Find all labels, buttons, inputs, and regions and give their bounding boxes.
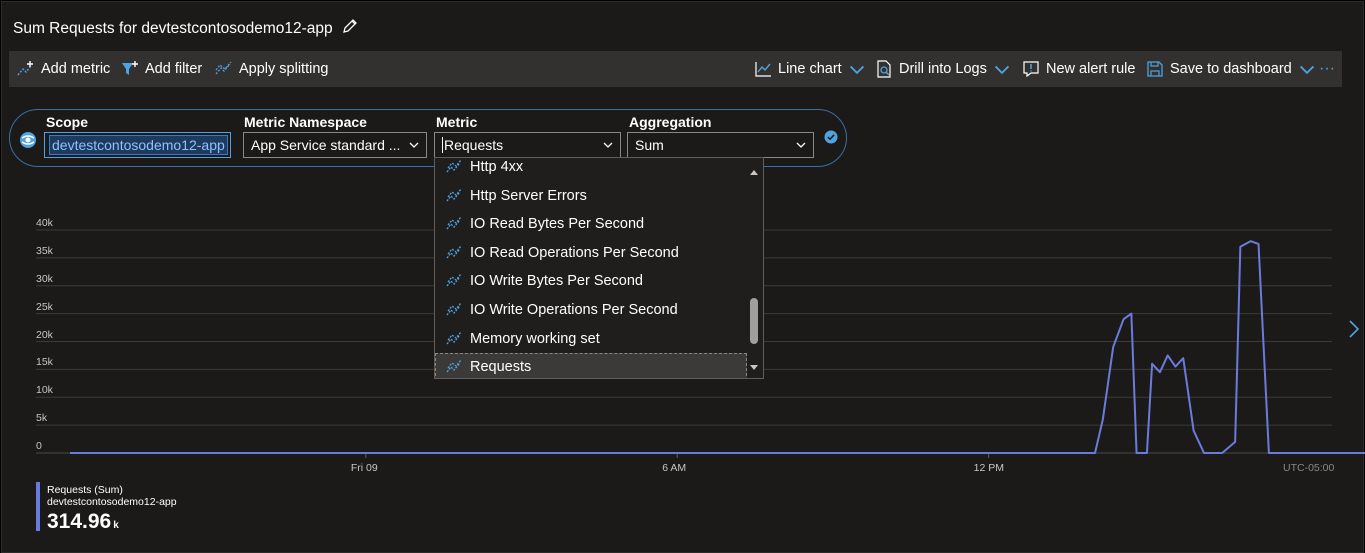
metric-icon	[446, 331, 462, 344]
scrollbar-thumb[interactable]	[750, 298, 758, 344]
y-tick-label: 30k	[36, 272, 53, 285]
y-tick-label: 25k	[36, 300, 53, 313]
scroll-up-icon[interactable]	[749, 168, 759, 176]
y-tick-label: 10k	[36, 384, 53, 397]
legend-total: 314.96 k	[47, 510, 119, 534]
chevron-right-icon[interactable]	[1348, 319, 1360, 344]
scroll-down-icon[interactable]	[749, 364, 759, 372]
metric-icon	[446, 302, 462, 316]
timezone-label: UTC-05:00	[1283, 462, 1335, 474]
y-tick-label: 40k	[36, 217, 53, 229]
metric-option[interactable]: Requests	[435, 353, 747, 378]
metric-dropdown-list: Http 4xx Http Server Errors IO Read Bytes …	[434, 157, 764, 379]
y-tick-label: 35k	[36, 244, 53, 257]
metric-option[interactable]: IO Read Operations Per Second	[435, 239, 747, 267]
metric-option-label: Requests	[470, 359, 532, 376]
x-tick-label: Fri 09	[350, 462, 378, 474]
metric-icon	[446, 216, 462, 230]
legend-series-name: Requests (Sum)	[47, 484, 123, 496]
metric-icon	[446, 188, 462, 201]
x-tick-label: 12 PM	[973, 462, 1004, 474]
metric-option-label: IO Read Bytes Per Second	[470, 216, 645, 233]
metric-option-label: IO Read Operations Per Second	[470, 244, 679, 261]
metric-option[interactable]: IO Read Bytes Per Second	[435, 210, 747, 238]
y-tick-label: 0	[36, 440, 42, 452]
metric-option-label: IO Write Operations Per Second	[470, 302, 678, 318]
legend-resource: devtestcontosodemo12-app	[47, 496, 177, 508]
legend-total-value: 314.96	[47, 510, 112, 533]
y-tick-label: 20k	[36, 328, 53, 341]
legend-color-bar	[36, 482, 40, 531]
legend-total-unit: k	[113, 520, 119, 531]
metric-icon	[446, 273, 462, 287]
metric-icon	[446, 359, 462, 373]
metric-option[interactable]: Http 4xx	[435, 158, 747, 181]
x-tick-label: 6 AM	[662, 462, 687, 474]
metric-option[interactable]: Http Server Errors	[435, 182, 747, 210]
metric-option-label: Memory working set	[470, 330, 600, 347]
metric-option[interactable]: Memory working set	[435, 325, 747, 353]
metric-option[interactable]: IO Write Bytes Per Second	[435, 267, 747, 295]
metric-option[interactable]: IO Write Operations Per Second	[435, 296, 747, 324]
y-tick-label: 5k	[36, 412, 48, 425]
metric-option-label: IO Write Bytes Per Second	[470, 273, 643, 290]
metric-icon	[446, 245, 462, 259]
dropdown-scrollbar[interactable]	[747, 160, 761, 376]
metric-icon	[446, 159, 462, 173]
metric-option-label: Http 4xx	[470, 159, 524, 175]
metric-option-label: Http Server Errors	[470, 187, 587, 204]
y-tick-label: 15k	[36, 356, 53, 369]
